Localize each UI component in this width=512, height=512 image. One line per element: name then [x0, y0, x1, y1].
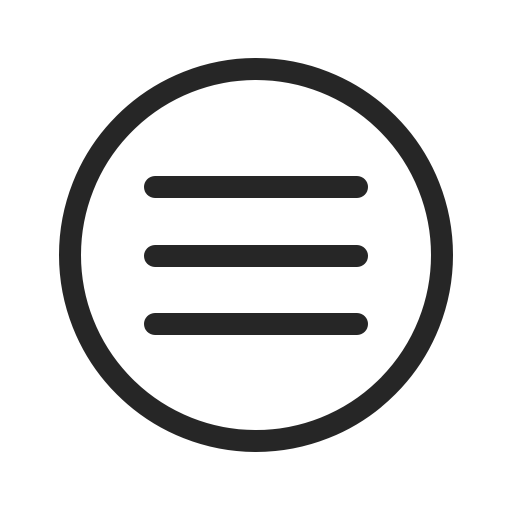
menu-circle-icon[interactable]: [0, 0, 512, 512]
icon-canvas: [0, 0, 512, 512]
menu-button[interactable]: [0, 0, 512, 512]
